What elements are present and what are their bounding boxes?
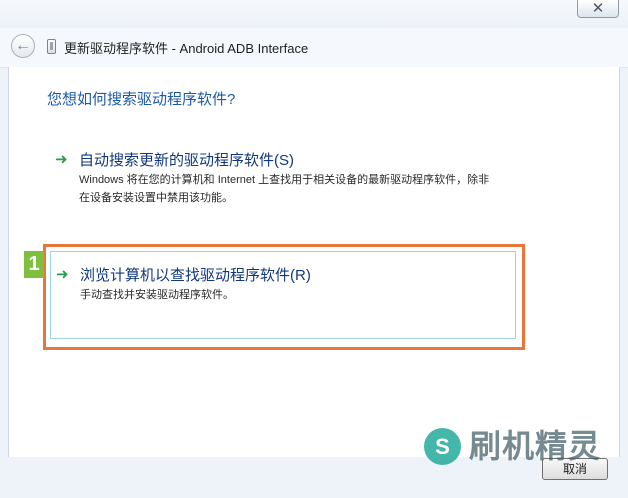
cancel-button[interactable]: 取消 [542, 458, 608, 480]
auto-search-title: 自动搜索更新的驱动程序软件(S) [79, 152, 294, 169]
dialog-content: 您想如何搜索驱动程序软件? ➜ 自动搜索更新的驱动程序软件(S) Windows… [8, 67, 620, 457]
device-icon [47, 39, 56, 54]
browse-computer-title: 浏览计算机以查找驱动程序软件(R) [80, 267, 311, 284]
close-button[interactable]: ✕ [577, 0, 619, 18]
green-arrow-icon: ➜ [55, 151, 68, 168]
update-driver-dialog: ✕ ← 更新驱动程序软件 - Android ADB Interface 您想如… [0, 0, 628, 498]
dialog-header: ← 更新驱动程序软件 - Android ADB Interface [0, 28, 628, 68]
window-top-strip: ✕ [0, 0, 628, 28]
browse-computer-option[interactable]: ➜ 浏览计算机以查找驱动程序软件(R) 手动查找并安装驱动程序软件。 [50, 251, 516, 339]
instruction-heading: 您想如何搜索驱动程序软件? [47, 91, 236, 108]
step-badge: 1 [24, 251, 44, 278]
dialog-footer: 取消 [0, 457, 628, 498]
green-arrow-icon: ➜ [56, 266, 69, 283]
dialog-title: 更新驱动程序软件 - Android ADB Interface [64, 41, 309, 56]
browse-computer-description: 手动查找并安装驱动程序软件。 [80, 289, 234, 301]
auto-search-description: Windows 将在您的计算机和 Internet 上查找用于相关设备的最新驱动… [79, 174, 490, 204]
back-button[interactable]: ← [11, 34, 35, 58]
auto-search-option[interactable]: ➜ 自动搜索更新的驱动程序软件(S) Windows 将在您的计算机和 Inte… [50, 147, 516, 207]
